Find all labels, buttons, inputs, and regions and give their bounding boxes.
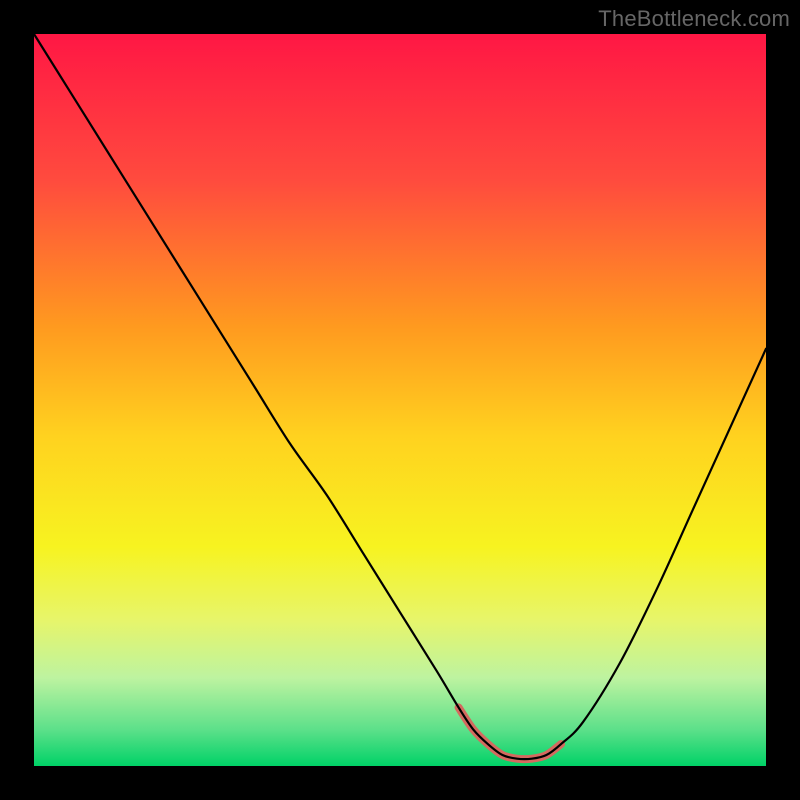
chart-svg [34, 34, 766, 766]
chart-frame: TheBottleneck.com [0, 0, 800, 800]
gradient-rect [34, 34, 766, 766]
watermark-text: TheBottleneck.com [598, 6, 790, 32]
plot-area [34, 34, 766, 766]
